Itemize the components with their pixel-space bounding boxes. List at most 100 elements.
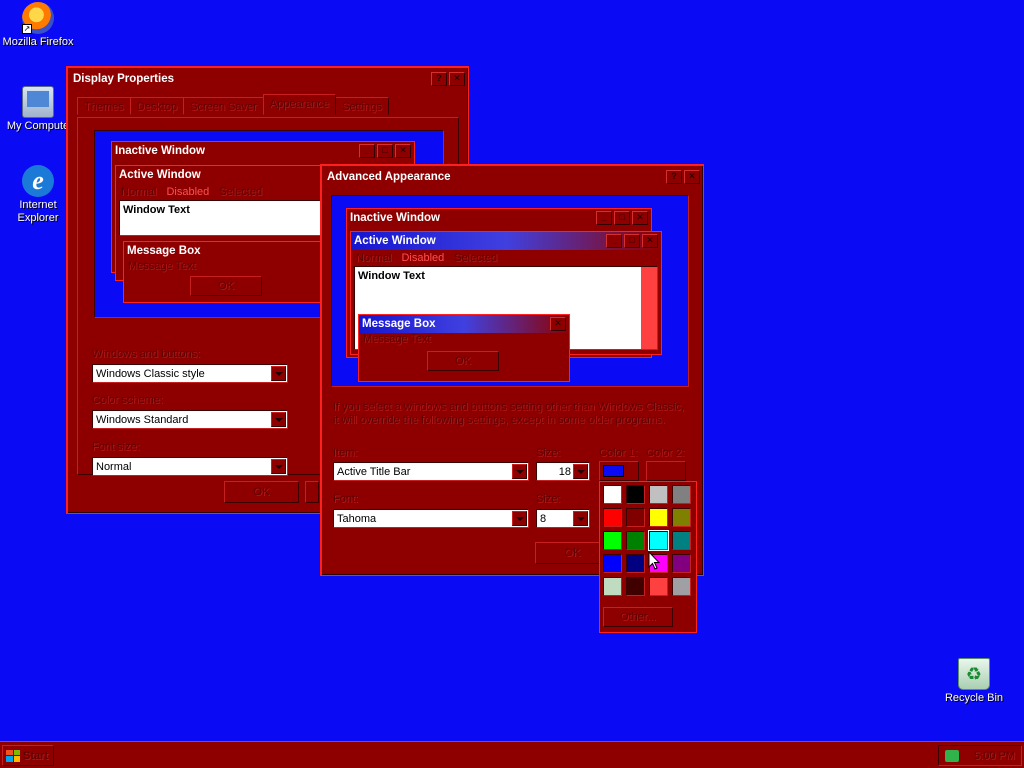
cancel-button-edge[interactable] xyxy=(305,481,319,503)
color-swatch[interactable] xyxy=(603,577,622,596)
tab-screen-saver[interactable]: Screen Saver xyxy=(183,97,264,115)
color-swatch[interactable] xyxy=(626,531,645,550)
preview-menu-normal: Normal xyxy=(356,252,392,264)
color1-button[interactable] xyxy=(599,461,639,481)
color-swatch[interactable] xyxy=(672,508,691,527)
desktop-icon-label: Internet Explorer xyxy=(17,199,59,224)
preview-inactive-title: Inactive Window xyxy=(350,212,440,224)
preview-message-text: Message Text xyxy=(363,333,431,345)
title-bar[interactable]: Advanced Appearance ? ✕ xyxy=(324,168,700,186)
color-swatch[interactable] xyxy=(672,531,691,550)
ok-button[interactable]: OK xyxy=(224,481,299,503)
size-value: 18 xyxy=(558,465,571,478)
font-size-value: Normal xyxy=(96,460,132,473)
color-swatch[interactable] xyxy=(649,577,668,596)
close-icon: ✕ xyxy=(550,317,566,331)
desktop-icon-label: Mozilla Firefox xyxy=(2,36,74,48)
color-swatch[interactable] xyxy=(649,508,668,527)
color-swatch[interactable] xyxy=(603,485,622,504)
other-colors-button[interactable]: Other... xyxy=(603,607,673,627)
internet-explorer-icon: e xyxy=(22,165,54,197)
tab-appearance[interactable]: Appearance xyxy=(262,94,337,115)
font-size-select[interactable]: Normal xyxy=(92,457,288,476)
preview-message-title: Message Box xyxy=(127,245,201,257)
tab-settings[interactable]: Settings xyxy=(335,97,389,115)
close-icon: ✕ xyxy=(632,211,648,225)
preview-message-box: Message Box ✕ Message Text OK xyxy=(358,314,570,382)
chevron-down-icon[interactable] xyxy=(573,511,588,526)
color1-swatch xyxy=(603,465,624,477)
color-swatch[interactable] xyxy=(603,531,622,550)
maximize-icon: □ xyxy=(377,144,393,158)
chevron-down-icon[interactable] xyxy=(271,366,286,381)
preview-message-box: Message Box Message Text OK xyxy=(123,241,333,303)
minimize-icon: _ xyxy=(606,234,622,248)
taskbar: Start 5:00 PM xyxy=(0,741,1024,768)
color-swatch[interactable] xyxy=(672,554,691,573)
close-icon: ✕ xyxy=(395,144,411,158)
color-swatch[interactable] xyxy=(672,485,691,504)
windows-buttons-select[interactable]: Windows Classic style xyxy=(92,364,288,383)
help-button[interactable]: ? xyxy=(666,170,682,184)
desktop-icon-firefox[interactable]: ↗ Mozilla Firefox xyxy=(0,2,76,49)
item-value: Active Title Bar xyxy=(337,465,411,478)
color-scheme-select[interactable]: Windows Standard xyxy=(92,410,288,429)
window-title: Display Properties xyxy=(73,73,174,85)
desktop-icon-my-computer[interactable]: My Compute xyxy=(0,86,76,133)
chevron-down-icon[interactable] xyxy=(512,464,527,479)
help-button[interactable]: ? xyxy=(431,72,447,86)
chevron-down-icon[interactable] xyxy=(512,511,527,526)
clock[interactable]: 5:00 PM xyxy=(974,750,1015,762)
desktop-icon-recycle-bin[interactable]: ♻ Recycle Bin xyxy=(936,658,1012,705)
close-button[interactable]: ✕ xyxy=(684,170,700,184)
font-size-label: Font size: xyxy=(92,441,140,453)
desktop-icon-label: My Compute xyxy=(6,120,70,132)
color-swatch[interactable] xyxy=(603,554,622,573)
preview-message-text: Message Text xyxy=(128,260,196,272)
color-swatch[interactable] xyxy=(603,508,622,527)
start-button[interactable]: Start xyxy=(2,745,54,766)
color-swatch[interactable] xyxy=(672,577,691,596)
color-swatch[interactable] xyxy=(626,508,645,527)
preview-menu-disabled: Disabled xyxy=(401,252,445,264)
color-scheme-label: Color scheme: xyxy=(92,394,163,406)
preview-message-title: Message Box xyxy=(362,318,436,330)
windows-buttons-label: Windows and buttons: xyxy=(92,348,201,360)
info-text: If you select a windows and buttons sett… xyxy=(333,401,684,426)
tab-themes[interactable]: Themes xyxy=(77,97,131,115)
chevron-down-icon[interactable] xyxy=(271,459,286,474)
desktop-icon-label: Recycle Bin xyxy=(944,692,1004,704)
windows-buttons-value: Windows Classic style xyxy=(96,367,205,380)
size-spinner[interactable]: 18 xyxy=(536,462,590,481)
appearance-preview: Inactive Window _ □ ✕ Active Window _ □ ✕ No… xyxy=(331,195,689,387)
color2-button[interactable] xyxy=(646,461,686,481)
tab-strip: Themes Desktop Screen Saver Appearance S… xyxy=(77,94,389,115)
font-label: Font: xyxy=(333,493,359,505)
color-swatch[interactable] xyxy=(626,554,645,573)
spinner-icon[interactable] xyxy=(573,464,588,479)
preview-inactive-title: Inactive Window xyxy=(115,145,205,157)
color-swatch[interactable] xyxy=(648,530,669,551)
font-size-select[interactable]: 8 xyxy=(536,509,590,528)
computer-icon xyxy=(22,86,54,118)
close-button[interactable]: ✕ xyxy=(449,72,465,86)
color-swatch[interactable] xyxy=(626,577,645,596)
tray-app-icon[interactable] xyxy=(945,749,959,762)
preview-menu-selected: Selected xyxy=(219,186,263,198)
windows-logo-icon xyxy=(6,749,20,762)
chevron-down-icon[interactable] xyxy=(271,412,286,427)
preview-menu-disabled: Disabled xyxy=(166,186,210,198)
font-select[interactable]: Tahoma xyxy=(333,509,529,528)
desktop-icon-internet-explorer[interactable]: e Internet Explorer xyxy=(0,165,76,225)
preview-ok-button: OK xyxy=(190,276,262,296)
font-size-label: Size: xyxy=(536,493,561,505)
mouse-cursor-icon xyxy=(648,551,660,570)
preview-window-text-label: Window Text xyxy=(358,270,425,282)
color2-label: Color 2: xyxy=(646,447,685,459)
color-swatch[interactable] xyxy=(649,485,668,504)
tab-desktop[interactable]: Desktop xyxy=(129,97,185,115)
color-swatch[interactable] xyxy=(626,485,645,504)
maximize-icon: □ xyxy=(624,234,640,248)
item-select[interactable]: Active Title Bar xyxy=(333,462,529,481)
title-bar[interactable]: Display Properties ? ✕ xyxy=(70,70,465,88)
